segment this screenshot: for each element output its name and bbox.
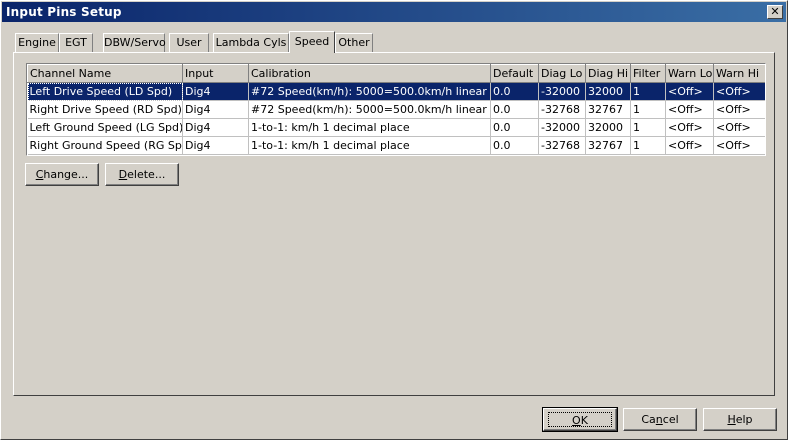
channel-list[interactable]: Channel Name Input Calibration Default D… xyxy=(26,63,766,156)
cell-warn-hi: <Off> xyxy=(713,100,765,119)
cell-default: 0.0 xyxy=(490,118,539,137)
column-header-input[interactable]: Input xyxy=(182,64,249,83)
table-row[interactable]: Right Ground Speed (RG Spd) Dig4 1-to-1:… xyxy=(27,136,765,155)
delete-button[interactable]: Delete... xyxy=(105,163,179,186)
column-header-default[interactable]: Default xyxy=(490,64,539,83)
cell-input: Dig4 xyxy=(182,100,249,119)
dialog-window: Input Pins Setup ✕ Engine EGT DBW/Servo … xyxy=(0,0,788,440)
column-header-calibration[interactable]: Calibration xyxy=(248,64,491,83)
cell-diag-hi: 32767 xyxy=(585,100,631,119)
column-header-diag-lo[interactable]: Diag Lo xyxy=(538,64,586,83)
change-button[interactable]: Change... xyxy=(25,163,99,186)
tab-user[interactable]: User xyxy=(169,33,209,52)
cell-calibration: 1-to-1: km/h 1 decimal place xyxy=(248,118,491,137)
cell-warn-lo: <Off> xyxy=(665,118,714,137)
column-header-warn-lo[interactable]: Warn Lo xyxy=(665,64,714,83)
cell-diag-lo: -32768 xyxy=(538,136,586,155)
window-title: Input Pins Setup xyxy=(6,5,122,19)
tab-dbw-servo[interactable]: DBW/Servo xyxy=(103,33,166,52)
cell-channel-name: Right Ground Speed (RG Spd) xyxy=(27,136,183,155)
table-row[interactable]: Right Drive Speed (RD Spd) Dig4 #72 Spee… xyxy=(27,100,765,119)
channel-table: Channel Name Input Calibration Default D… xyxy=(27,64,765,155)
cell-filter: 1 xyxy=(630,100,666,119)
table-row[interactable]: Left Drive Speed (LD Spd) Dig4 #72 Speed… xyxy=(27,82,765,101)
cell-input: Dig4 xyxy=(182,82,249,101)
column-header-warn-hi[interactable]: Warn Hi xyxy=(713,64,765,83)
tab-engine[interactable]: Engine xyxy=(15,33,59,52)
cell-warn-hi: <Off> xyxy=(713,136,765,155)
tab-other[interactable]: Other xyxy=(335,33,373,52)
tab-speed[interactable]: Speed xyxy=(289,31,335,53)
ok-button[interactable]: OK xyxy=(542,407,618,432)
cell-channel-name: Left Drive Speed (LD Spd) xyxy=(27,82,183,101)
cell-input: Dig4 xyxy=(182,118,249,137)
cell-diag-lo: -32768 xyxy=(538,100,586,119)
cell-default: 0.0 xyxy=(490,82,539,101)
table-row[interactable]: Left Ground Speed (LG Spd) Dig4 1-to-1: … xyxy=(27,118,765,137)
cell-warn-lo: <Off> xyxy=(665,82,714,101)
cell-calibration: 1-to-1: km/h 1 decimal place xyxy=(248,136,491,155)
cell-diag-lo: -32000 xyxy=(538,118,586,137)
cell-filter: 1 xyxy=(630,118,666,137)
cell-filter: 1 xyxy=(630,82,666,101)
cell-diag-hi: 32000 xyxy=(585,118,631,137)
cell-diag-hi: 32000 xyxy=(585,82,631,101)
cell-filter: 1 xyxy=(630,136,666,155)
help-button[interactable]: Help xyxy=(703,408,777,431)
cell-diag-lo: -32000 xyxy=(538,82,586,101)
cell-warn-hi: <Off> xyxy=(713,118,765,137)
column-header-row: Channel Name Input Calibration Default D… xyxy=(27,64,765,83)
tab-egt[interactable]: EGT xyxy=(59,33,93,52)
cell-warn-lo: <Off> xyxy=(665,100,714,119)
cancel-button[interactable]: Cancel xyxy=(623,408,697,431)
cell-warn-hi: <Off> xyxy=(713,82,765,101)
cell-channel-name: Left Ground Speed (LG Spd) xyxy=(27,118,183,137)
cell-warn-lo: <Off> xyxy=(665,136,714,155)
column-header-channel-name[interactable]: Channel Name xyxy=(27,64,183,83)
cell-input: Dig4 xyxy=(182,136,249,155)
title-bar[interactable]: Input Pins Setup ✕ xyxy=(2,2,786,22)
tab-lambda-cyls[interactable]: Lambda Cyls xyxy=(213,33,289,52)
cell-calibration: #72 Speed(km/h): 5000=500.0km/h linear xyxy=(248,100,491,119)
cell-default: 0.0 xyxy=(490,136,539,155)
column-header-filter[interactable]: Filter xyxy=(630,64,666,83)
cell-default: 0.0 xyxy=(490,100,539,119)
close-icon[interactable]: ✕ xyxy=(767,5,783,19)
cell-channel-name: Right Drive Speed (RD Spd) xyxy=(27,100,183,119)
column-header-diag-hi[interactable]: Diag Hi xyxy=(585,64,631,83)
cell-calibration: #72 Speed(km/h): 5000=500.0km/h linear xyxy=(248,82,491,101)
cell-diag-hi: 32767 xyxy=(585,136,631,155)
focus-rect: OK xyxy=(548,412,612,427)
